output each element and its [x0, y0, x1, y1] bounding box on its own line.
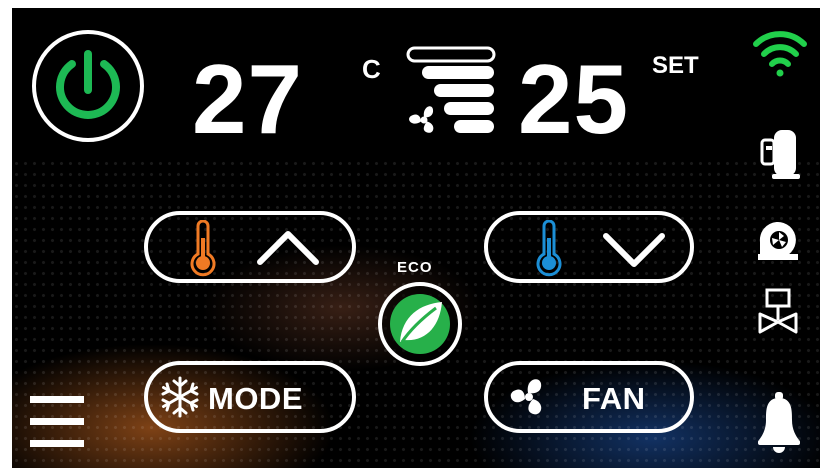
valve-icon	[758, 288, 798, 334]
power-button[interactable]	[32, 30, 144, 142]
mode-button[interactable]: MODE	[144, 361, 356, 433]
thermometer-hot-icon	[190, 220, 216, 277]
wifi-icon	[753, 31, 807, 77]
temp-up-button[interactable]	[144, 211, 356, 283]
mode-label: MODE	[208, 381, 303, 416]
snowflake-icon	[161, 376, 199, 418]
fan-icon	[409, 106, 434, 133]
fan-speed-indicator	[406, 46, 496, 133]
chevron-down-icon	[603, 233, 665, 267]
chevron-up-icon	[257, 231, 319, 265]
menu-button[interactable]	[28, 392, 88, 458]
set-temperature: 25	[518, 44, 630, 154]
hamburger-icon	[30, 396, 84, 447]
eco-button[interactable]	[378, 282, 462, 366]
power-icon	[56, 50, 120, 119]
compressor-icon	[760, 130, 800, 179]
eco-label: ECO	[397, 259, 433, 276]
leaf-icon	[390, 294, 450, 354]
fan-icon	[510, 379, 542, 415]
fan-button[interactable]: FAN	[484, 361, 694, 433]
blower-icon	[758, 222, 798, 260]
temperature-unit: C	[362, 54, 381, 84]
thermometer-cold-icon	[536, 220, 562, 277]
current-temperature: 27	[192, 44, 304, 154]
fan-label: FAN	[582, 381, 646, 416]
set-label: SET	[652, 52, 699, 79]
temp-down-button[interactable]	[484, 211, 694, 283]
thermostat-screen: 27 C 25 SET ECO MODE FAN	[12, 8, 820, 468]
bell-icon[interactable]	[756, 390, 802, 454]
